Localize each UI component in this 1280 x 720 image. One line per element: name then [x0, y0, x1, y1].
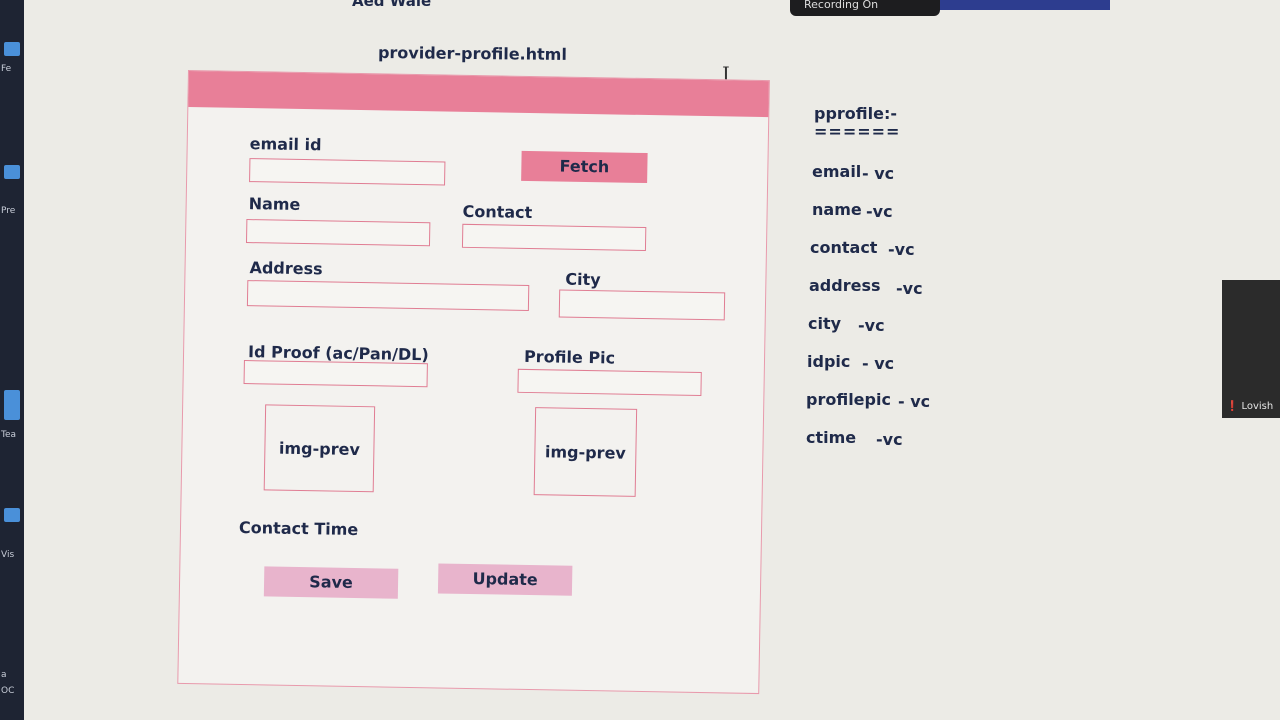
note-field-name: name [812, 200, 862, 219]
address-field[interactable] [246, 280, 530, 311]
form-header [188, 71, 769, 118]
idproof-file-input[interactable] [243, 360, 428, 388]
email-label: email id [249, 134, 322, 155]
left-taskbar: Fe Pre Tea Vis a OC [0, 0, 24, 720]
note-field-type: -vc [866, 202, 893, 221]
note-field-type: - vc [862, 164, 895, 183]
name-label: Name [248, 194, 301, 214]
city-label: City [565, 269, 601, 290]
contact-field[interactable] [461, 223, 647, 252]
note-field-type: -vc [876, 430, 903, 449]
note-field-name: address [809, 276, 881, 295]
idproof-preview-text: img-prev [278, 438, 361, 459]
email-field[interactable] [249, 158, 446, 186]
top-window-bar [940, 0, 1110, 10]
note-field-name: idpic [807, 352, 851, 371]
address-label: Address [249, 258, 323, 279]
app-title: Aed Wale [352, 0, 432, 10]
note-field-type: -vc [888, 240, 915, 259]
notes-heading: pprofile:- [814, 104, 898, 123]
note-field-name: city [808, 314, 842, 333]
city-field[interactable] [558, 289, 726, 321]
profilepic-file-input[interactable] [517, 368, 702, 397]
update-button[interactable]: Update [437, 563, 573, 596]
taskbar-label: OC [1, 686, 15, 696]
note-field-type: - vc [862, 354, 895, 373]
notes-underline: ====== [814, 122, 901, 141]
app-icon[interactable] [4, 42, 20, 56]
app-icon[interactable] [4, 508, 20, 522]
note-field-type: -vc [858, 316, 885, 335]
contact-label: Contact [462, 201, 533, 223]
recording-indicator: Recording On [790, 0, 940, 16]
form-mockup: email id Fetch Name Contact Address City… [177, 70, 770, 695]
taskbar-label: Vis [1, 550, 15, 560]
name-field[interactable] [245, 219, 431, 247]
taskbar-label: Pre [1, 206, 16, 216]
idproof-preview: img-prev [263, 404, 376, 493]
taskbar-label: Fe [1, 64, 12, 74]
profilepic-preview-text: img-prev [544, 441, 626, 463]
note-field-name: contact [810, 238, 878, 257]
note-field-name: email [812, 162, 862, 181]
contact-time-label: Contact Time [238, 517, 359, 540]
taskbar-label: Tea [1, 430, 17, 440]
note-field-name: ctime [806, 428, 857, 447]
app-icon[interactable] [4, 390, 20, 420]
note-field-type: - vc [898, 392, 931, 411]
participant-name: Lovish [1241, 401, 1274, 412]
fetch-button[interactable]: Fetch [521, 150, 648, 184]
page-title: provider-profile.html [377, 43, 567, 64]
taskbar-label: a [1, 670, 7, 680]
participant-video-tile[interactable]: ❗ Lovish [1222, 280, 1280, 418]
app-icon[interactable] [4, 165, 20, 179]
mic-muted-icon: ❗ [1226, 401, 1239, 412]
note-field-type: -vc [896, 279, 923, 298]
save-button[interactable]: Save [263, 566, 399, 599]
note-field-name: profilepic [806, 390, 891, 409]
profilepic-label: Profile Pic [523, 346, 616, 368]
participant-name-tag: ❗ Lovish [1226, 401, 1273, 412]
recording-text: Recording On [804, 0, 879, 11]
profilepic-preview: img-prev [533, 407, 638, 497]
